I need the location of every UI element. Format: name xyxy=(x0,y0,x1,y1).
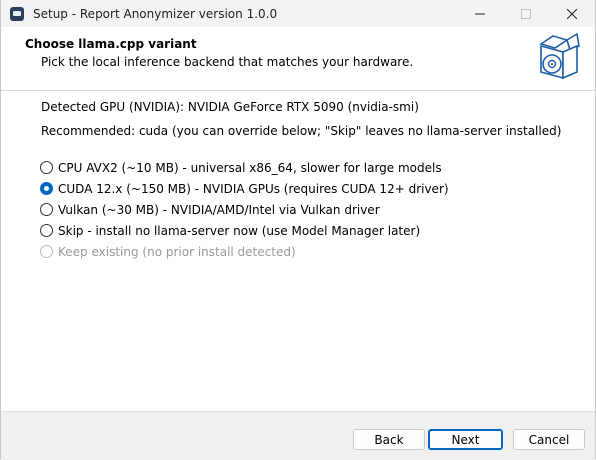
maximize-icon xyxy=(521,8,531,19)
page-title: Choose llama.cpp variant xyxy=(25,37,197,51)
back-button[interactable]: Back xyxy=(353,429,425,450)
title-bar[interactable]: Setup - Report Anonymizer version 1.0.0 xyxy=(1,0,595,27)
window-title: Setup - Report Anonymizer version 1.0.0 xyxy=(33,6,278,21)
radio-button[interactable] xyxy=(40,203,53,216)
minimize-icon xyxy=(475,13,485,14)
recommendation-text: Recommended: cuda (you can override belo… xyxy=(41,124,562,138)
detected-gpu-text: Detected GPU (NVIDIA): NVIDIA GeForce RT… xyxy=(41,100,419,114)
maximize-button xyxy=(503,0,549,27)
radio-button[interactable] xyxy=(40,224,53,237)
cancel-button[interactable]: Cancel xyxy=(513,429,585,450)
close-icon xyxy=(567,8,577,19)
close-button[interactable] xyxy=(549,0,595,27)
option-label: CUDA 12.x (~150 MB) - NVIDIA GPUs (requi… xyxy=(58,181,449,196)
wizard-content: Detected GPU (NVIDIA): NVIDIA GeForce RT… xyxy=(1,91,595,411)
page-subtitle: Pick the local inference backend that ma… xyxy=(41,55,414,69)
window-controls xyxy=(457,0,595,27)
installer-box-icon xyxy=(539,32,580,80)
option-cuda[interactable]: CUDA 12.x (~150 MB) - NVIDIA GPUs (requi… xyxy=(40,178,449,199)
app-icon xyxy=(10,6,24,21)
option-label: Keep existing (no prior install detected… xyxy=(58,244,296,259)
option-skip[interactable]: Skip - install no llama-server now (use … xyxy=(40,220,449,241)
radio-button-disabled xyxy=(40,245,53,258)
option-keep-existing: Keep existing (no prior install detected… xyxy=(40,241,449,262)
wizard-header: Choose llama.cpp variant Pick the local … xyxy=(1,27,595,91)
radio-button-selected[interactable] xyxy=(40,182,53,195)
option-label: Skip - install no llama-server now (use … xyxy=(58,223,421,238)
variant-radio-group: CPU AVX2 (~10 MB) - universal x86_64, sl… xyxy=(40,157,449,262)
radio-button[interactable] xyxy=(40,161,53,174)
minimize-button[interactable] xyxy=(457,0,503,27)
option-cpu-avx2[interactable]: CPU AVX2 (~10 MB) - universal x86_64, sl… xyxy=(40,157,449,178)
setup-window: Setup - Report Anonymizer version 1.0.0 xyxy=(0,0,596,460)
wizard-footer: Back Next Cancel xyxy=(1,411,595,460)
next-button[interactable]: Next xyxy=(428,429,503,450)
option-label: Vulkan (~30 MB) - NVIDIA/AMD/Intel via V… xyxy=(58,202,380,217)
option-vulkan[interactable]: Vulkan (~30 MB) - NVIDIA/AMD/Intel via V… xyxy=(40,199,449,220)
option-label: CPU AVX2 (~10 MB) - universal x86_64, sl… xyxy=(58,160,442,175)
